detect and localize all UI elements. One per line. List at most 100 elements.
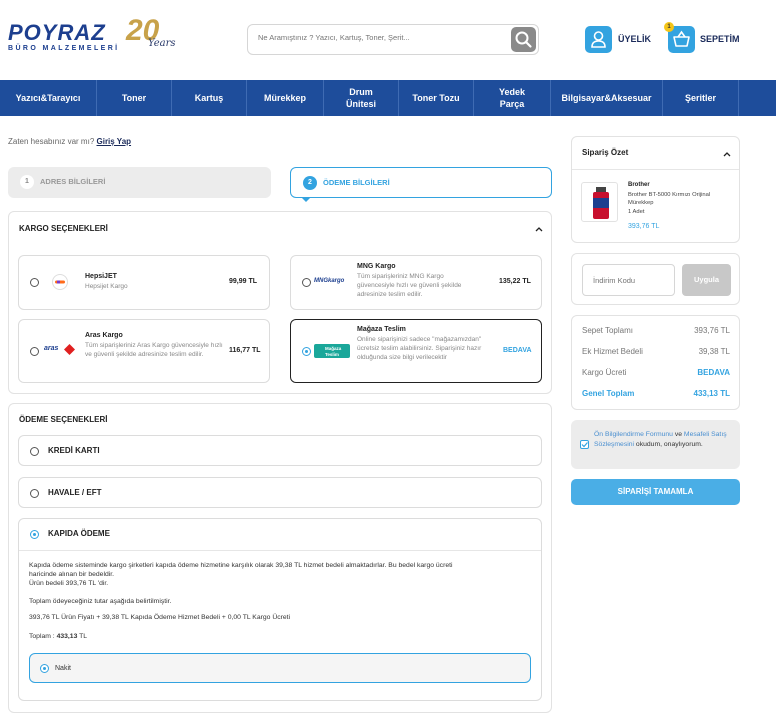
- payment-radio[interactable]: [30, 447, 39, 456]
- cash-radio-selected[interactable]: [40, 664, 49, 673]
- aras-mark-icon: [64, 344, 75, 355]
- aras-logo-text: aras: [44, 345, 59, 352]
- chevron-up-icon[interactable]: [535, 226, 543, 232]
- cash-label: Nakit: [55, 665, 71, 672]
- agreement-checkbox[interactable]: [580, 440, 589, 449]
- step-address[interactable]: 1 ADRES BİLGİLERİ: [8, 167, 271, 198]
- summary-title: Sipariş Özet: [582, 148, 629, 157]
- nav-item-drum[interactable]: Drum Ünitesi: [324, 80, 399, 116]
- cargo-radio[interactable]: [30, 347, 39, 356]
- search-input[interactable]: [258, 33, 498, 42]
- payment-option-credit-card[interactable]: KREDİ KARTI: [18, 435, 542, 466]
- login-prompt: Zaten hesabınız var mı?: [8, 137, 95, 146]
- step-number: 1: [20, 175, 34, 189]
- complete-order-button[interactable]: SİPARİŞİ TAMAMLA: [571, 479, 740, 505]
- step-label: ÖDEME BİLGİLERİ: [323, 178, 390, 187]
- nav-item-cartridge[interactable]: Kartuş: [172, 80, 247, 116]
- agreement-and: ve: [672, 431, 684, 438]
- account-button[interactable]: [585, 26, 612, 53]
- cargo-price: 99,99 TL: [229, 278, 258, 285]
- nav-item-printers[interactable]: Yazıcı&Tarayıcı: [0, 80, 97, 116]
- preinfo-form-link[interactable]: Ön Bilgilendirme Formunu: [594, 431, 673, 438]
- cart-label[interactable]: SEPETİM: [700, 34, 740, 44]
- coupon-panel: Uygula: [571, 253, 740, 305]
- cash-option[interactable]: Nakit: [29, 653, 531, 683]
- product-name[interactable]: Brother BT-5000 Kırmızı Orijinal Mürekke…: [628, 191, 728, 207]
- cargo-name: Aras Kargo: [85, 332, 123, 339]
- cod-info-line4: Toplam ödeyeceğiniz tutar aşağıda belirt…: [29, 598, 172, 605]
- cargo-option-store-pickup[interactable]: Mağaza Teslim Mağaza Teslim Online sipar…: [290, 319, 542, 383]
- nav-item-ink[interactable]: Mürekkep: [247, 80, 324, 116]
- payment-radio[interactable]: [30, 489, 39, 498]
- product-brand: Brother: [628, 182, 650, 188]
- cod-info-line1: Kapıda ödeme sisteminde kargo şirketleri…: [29, 562, 453, 569]
- nav-item-toner-powder[interactable]: Toner Tozu: [399, 80, 474, 116]
- cod-info-line3: Ürün bedeli 393,76 TL 'dir.: [29, 580, 109, 587]
- cargo-radio[interactable]: [30, 278, 39, 287]
- cargo-desc: Online siparişinizi sadece "mağazamızdan…: [357, 336, 482, 361]
- cargo-title: KARGO SEÇENEKLERİ: [19, 224, 108, 233]
- cargo-option-mng[interactable]: MNGkargo MNG Kargo Tüm siparişleriniz MN…: [290, 255, 542, 310]
- divider: [572, 169, 739, 170]
- hepsijet-logo: [52, 274, 68, 290]
- step-label: ADRES BİLGİLERİ: [40, 177, 106, 186]
- coupon-input[interactable]: [582, 264, 675, 296]
- apply-coupon-button[interactable]: Uygula: [682, 264, 731, 296]
- nav-item-spare-parts[interactable]: Yedek Parça: [474, 80, 551, 116]
- cargo-price: BEDAVA: [503, 347, 532, 354]
- product-price: 393,76 TL: [628, 223, 660, 230]
- payment-radio-selected[interactable]: [30, 530, 39, 539]
- cod-total-unit: TL: [79, 633, 88, 640]
- payment-title: ÖDEME SEÇENEKLERİ: [19, 415, 108, 424]
- totals-value-shipping: BEDAVA: [697, 368, 730, 377]
- cod-total-line: Toplam : 433,13 TL: [29, 632, 87, 641]
- cargo-price: 116,77 TL: [229, 347, 261, 354]
- ink-bottle-icon: [593, 187, 609, 219]
- cargo-name: Mağaza Teslim: [357, 326, 406, 333]
- cargo-desc: Hepsijet Kargo: [85, 283, 128, 290]
- payment-option-transfer[interactable]: HAVALE / EFT: [18, 477, 542, 508]
- cargo-radio-selected[interactable]: [302, 347, 311, 356]
- agreement-box: Ön Bilgilendirme Formunu ve Mesafeli Sat…: [571, 420, 740, 469]
- cargo-price: 135,22 TL: [499, 278, 531, 285]
- totals-label-service-fee: Ek Hizmet Bedeli: [582, 347, 643, 356]
- check-icon: [581, 442, 588, 448]
- nav-item-computers[interactable]: Bilgisayar&Aksesuar: [551, 80, 663, 116]
- totals-value-service-fee: 39,38 TL: [698, 347, 730, 356]
- cargo-name: MNG Kargo: [357, 263, 396, 270]
- totals-value-grand: 433,13 TL: [693, 389, 730, 398]
- payment-label: HAVALE / EFT: [48, 488, 102, 497]
- cod-info-line2: haricinde alınan bir bedeldir.: [29, 571, 115, 578]
- totals-label-shipping: Kargo Ücreti: [582, 368, 627, 377]
- search-box: [247, 24, 539, 55]
- nav-item-toner[interactable]: Toner: [97, 80, 172, 116]
- agreement-text: Ön Bilgilendirme Formunu ve Mesafeli Sat…: [594, 430, 734, 450]
- nav-item-ribbons[interactable]: Şeritler: [663, 80, 739, 116]
- search-button[interactable]: [511, 27, 536, 52]
- cod-info-line5: 393,76 TL Ürün Fiyatı + 39,38 TL Kapıda …: [29, 614, 291, 621]
- chevron-up-icon[interactable]: [723, 151, 731, 157]
- divider: [19, 550, 541, 551]
- step-payment[interactable]: 2 ÖDEME BİLGİLERİ: [290, 167, 552, 198]
- mng-logo: MNGkargo: [314, 278, 345, 284]
- product-thumbnail[interactable]: [581, 182, 618, 222]
- cargo-option-aras[interactable]: aras Aras Kargo Tüm siparişleriniz Aras …: [18, 319, 270, 383]
- step-pointer: [302, 198, 310, 202]
- login-link[interactable]: Giriş Yap: [97, 137, 132, 146]
- order-summary-panel: Sipariş Özet Brother Brother BT-5000 Kır…: [571, 136, 740, 243]
- cargo-option-hepsijet[interactable]: HepsiJET Hepsijet Kargo 99,99 TL: [18, 255, 270, 310]
- cargo-name: HepsiJET: [85, 273, 117, 280]
- account-label[interactable]: ÜYELİK: [618, 34, 651, 44]
- login-prompt-line: Zaten hesabınız var mı? Giriş Yap: [8, 137, 131, 146]
- agreement-suffix: okudum, onaylıyorum.: [634, 441, 703, 448]
- totals-value-subtotal: 393,76 TL: [694, 326, 730, 335]
- cod-total-value: 433,13: [56, 633, 78, 640]
- cargo-radio[interactable]: [302, 278, 311, 287]
- main-nav: Yazıcı&Tarayıcı Toner Kartuş Mürekkep Dr…: [0, 80, 776, 116]
- aras-logo: aras: [44, 344, 76, 356]
- cargo-desc: Tüm siparişleriniz MNG Kargo güvencesiyl…: [357, 273, 462, 298]
- search-icon: [515, 31, 532, 48]
- payment-label: KREDİ KARTI: [48, 446, 100, 455]
- site-logo[interactable]: POYRAZ 20 Years BÜRO MALZEMELERİ: [8, 14, 178, 56]
- payment-label: KAPIDA ÖDEME: [48, 529, 110, 538]
